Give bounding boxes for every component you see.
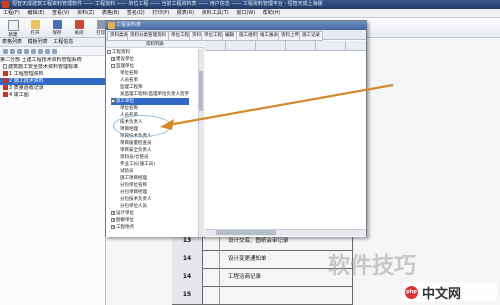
watermark-site: 中文网 [422, 287, 462, 302]
arrow-head [160, 119, 174, 130]
php-logo: php [405, 286, 418, 299]
watermark-text: 软件技巧 [328, 254, 417, 279]
arrow-shaft [167, 83, 394, 127]
annotation-arrow [160, 83, 394, 130]
